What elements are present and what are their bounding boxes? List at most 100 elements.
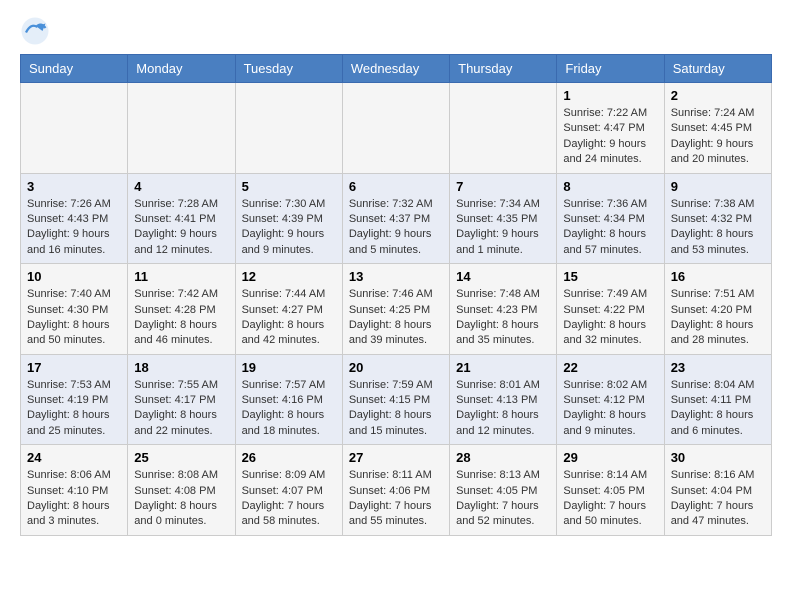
calendar-cell: 24Sunrise: 8:06 AM Sunset: 4:10 PM Dayli… [21,445,128,536]
day-number: 21 [456,360,550,375]
calendar-header-row: SundayMondayTuesdayWednesdayThursdayFrid… [21,55,772,83]
day-number: 24 [27,450,121,465]
day-info: Sunrise: 7:26 AM Sunset: 4:43 PM Dayligh… [27,197,121,259]
day-number: 9 [671,179,765,194]
day-header-sunday: Sunday [21,55,128,83]
day-info: Sunrise: 7:53 AM Sunset: 4:19 PM Dayligh… [27,378,121,440]
calendar-cell: 20Sunrise: 7:59 AM Sunset: 4:15 PM Dayli… [342,354,449,445]
day-number: 28 [456,450,550,465]
day-info: Sunrise: 7:48 AM Sunset: 4:23 PM Dayligh… [456,287,550,349]
day-info: Sunrise: 7:57 AM Sunset: 4:16 PM Dayligh… [242,378,336,440]
calendar-cell: 11 Sunrise: 7:42 AM Sunset: 4:28 PM Dayli… [128,264,235,355]
day-info: Sunrise: 8:01 AM Sunset: 4:13 PM Dayligh… [456,378,550,440]
header [20,16,772,46]
day-number: 18 [134,360,228,375]
day-info: Sunrise: 8:11 AM Sunset: 4:06 PM Dayligh… [349,468,443,530]
day-info: Sunrise: 7:34 AM Sunset: 4:35 PM Dayligh… [456,197,550,259]
day-info: Sunrise: 7:46 AM Sunset: 4:25 PM Dayligh… [349,287,443,349]
day-info: Sunrise: 7:51 AM Sunset: 4:20 PM Dayligh… [671,287,765,349]
day-info: Sunrise: 8:02 AM Sunset: 4:12 PM Dayligh… [563,378,657,440]
day-info: Sunrise: 8:16 AM Sunset: 4:04 PM Dayligh… [671,468,765,530]
calendar-cell: 14 Sunrise: 7:48 AM Sunset: 4:23 PM Dayli… [450,264,557,355]
day-number: 7 [456,179,550,194]
day-number: 14 [456,269,550,284]
day-info: Sunrise: 7:55 AM Sunset: 4:17 PM Dayligh… [134,378,228,440]
calendar-cell: 8 Sunrise: 7:36 AM Sunset: 4:34 PM Daylig… [557,173,664,264]
day-info: Sunrise: 8:09 AM Sunset: 4:07 PM Dayligh… [242,468,336,530]
calendar-week-2: 3 Sunrise: 7:26 AM Sunset: 4:43 PM Daylig… [21,173,772,264]
calendar-cell: 16 Sunrise: 7:51 AM Sunset: 4:20 PM Dayli… [664,264,771,355]
calendar-cell: 23 Sunrise: 8:04 AM Sunset: 4:11 PM Dayli… [664,354,771,445]
day-header-friday: Friday [557,55,664,83]
day-header-thursday: Thursday [450,55,557,83]
day-info: Sunrise: 7:42 AM Sunset: 4:28 PM Dayligh… [134,287,228,349]
calendar-cell: 28Sunrise: 8:13 AM Sunset: 4:05 PM Dayli… [450,445,557,536]
calendar-cell: 27 Sunrise: 8:11 AM Sunset: 4:06 PM Dayli… [342,445,449,536]
calendar-cell: 22 Sunrise: 8:02 AM Sunset: 4:12 PM Dayli… [557,354,664,445]
calendar-cell: 17 Sunrise: 7:53 AM Sunset: 4:19 PM Dayli… [21,354,128,445]
calendar-week-4: 17 Sunrise: 7:53 AM Sunset: 4:19 PM Dayli… [21,354,772,445]
day-number: 30 [671,450,765,465]
day-number: 16 [671,269,765,284]
day-number: 25 [134,450,228,465]
day-number: 27 [349,450,443,465]
calendar-cell: 4 Sunrise: 7:28 AM Sunset: 4:41 PM Daylig… [128,173,235,264]
calendar-cell: 19 Sunrise: 7:57 AM Sunset: 4:16 PM Dayli… [235,354,342,445]
day-info: Sunrise: 8:04 AM Sunset: 4:11 PM Dayligh… [671,378,765,440]
calendar-cell: 25 Sunrise: 8:08 AM Sunset: 4:08 PM Dayli… [128,445,235,536]
day-info: Sunrise: 7:22 AM Sunset: 4:47 PM Dayligh… [563,106,657,168]
calendar-cell: 10 Sunrise: 7:40 AM Sunset: 4:30 PM Dayli… [21,264,128,355]
calendar-cell [342,83,449,174]
page-container: SundayMondayTuesdayWednesdayThursdayFrid… [0,0,792,552]
day-number: 13 [349,269,443,284]
calendar-cell: 30 Sunrise: 8:16 AM Sunset: 4:04 PM Dayli… [664,445,771,536]
calendar-week-3: 10 Sunrise: 7:40 AM Sunset: 4:30 PM Dayli… [21,264,772,355]
day-number: 23 [671,360,765,375]
day-info: Sunrise: 7:44 AM Sunset: 4:27 PM Dayligh… [242,287,336,349]
calendar-cell: 13 Sunrise: 7:46 AM Sunset: 4:25 PM Dayli… [342,264,449,355]
day-number: 11 [134,269,228,284]
calendar-cell: 26 Sunrise: 8:09 AM Sunset: 4:07 PM Dayli… [235,445,342,536]
day-number: 1 [563,88,657,103]
day-header-wednesday: Wednesday [342,55,449,83]
day-number: 17 [27,360,121,375]
day-number: 26 [242,450,336,465]
calendar-cell: 21 Sunrise: 8:01 AM Sunset: 4:13 PM Dayli… [450,354,557,445]
day-number: 19 [242,360,336,375]
calendar-week-1: 1 Sunrise: 7:22 AM Sunset: 4:47 PM Daylig… [21,83,772,174]
calendar-table: SundayMondayTuesdayWednesdayThursdayFrid… [20,54,772,536]
calendar-cell: 5Sunrise: 7:30 AM Sunset: 4:39 PM Daylig… [235,173,342,264]
day-header-saturday: Saturday [664,55,771,83]
calendar-cell [128,83,235,174]
day-info: Sunrise: 7:24 AM Sunset: 4:45 PM Dayligh… [671,106,765,168]
day-number: 8 [563,179,657,194]
calendar-cell: 3 Sunrise: 7:26 AM Sunset: 4:43 PM Daylig… [21,173,128,264]
day-info: Sunrise: 7:32 AM Sunset: 4:37 PM Dayligh… [349,197,443,259]
calendar-week-5: 24Sunrise: 8:06 AM Sunset: 4:10 PM Dayli… [21,445,772,536]
day-number: 10 [27,269,121,284]
calendar-cell: 18 Sunrise: 7:55 AM Sunset: 4:17 PM Dayli… [128,354,235,445]
day-number: 29 [563,450,657,465]
day-info: Sunrise: 7:30 AM Sunset: 4:39 PM Dayligh… [242,197,336,259]
day-number: 12 [242,269,336,284]
day-number: 3 [27,179,121,194]
day-info: Sunrise: 7:40 AM Sunset: 4:30 PM Dayligh… [27,287,121,349]
logo [20,16,52,46]
day-info: Sunrise: 7:28 AM Sunset: 4:41 PM Dayligh… [134,197,228,259]
calendar-cell [450,83,557,174]
day-number: 22 [563,360,657,375]
day-info: Sunrise: 7:36 AM Sunset: 4:34 PM Dayligh… [563,197,657,259]
calendar-cell: 12 Sunrise: 7:44 AM Sunset: 4:27 PM Dayli… [235,264,342,355]
day-number: 20 [349,360,443,375]
day-info: Sunrise: 8:08 AM Sunset: 4:08 PM Dayligh… [134,468,228,530]
calendar-cell: 9Sunrise: 7:38 AM Sunset: 4:32 PM Daylig… [664,173,771,264]
calendar-cell: 1 Sunrise: 7:22 AM Sunset: 4:47 PM Daylig… [557,83,664,174]
calendar-cell [21,83,128,174]
day-header-monday: Monday [128,55,235,83]
day-info: Sunrise: 7:49 AM Sunset: 4:22 PM Dayligh… [563,287,657,349]
calendar-cell: 15 Sunrise: 7:49 AM Sunset: 4:22 PM Dayli… [557,264,664,355]
day-number: 4 [134,179,228,194]
calendar-cell: 7 Sunrise: 7:34 AM Sunset: 4:35 PM Daylig… [450,173,557,264]
day-number: 2 [671,88,765,103]
day-number: 15 [563,269,657,284]
